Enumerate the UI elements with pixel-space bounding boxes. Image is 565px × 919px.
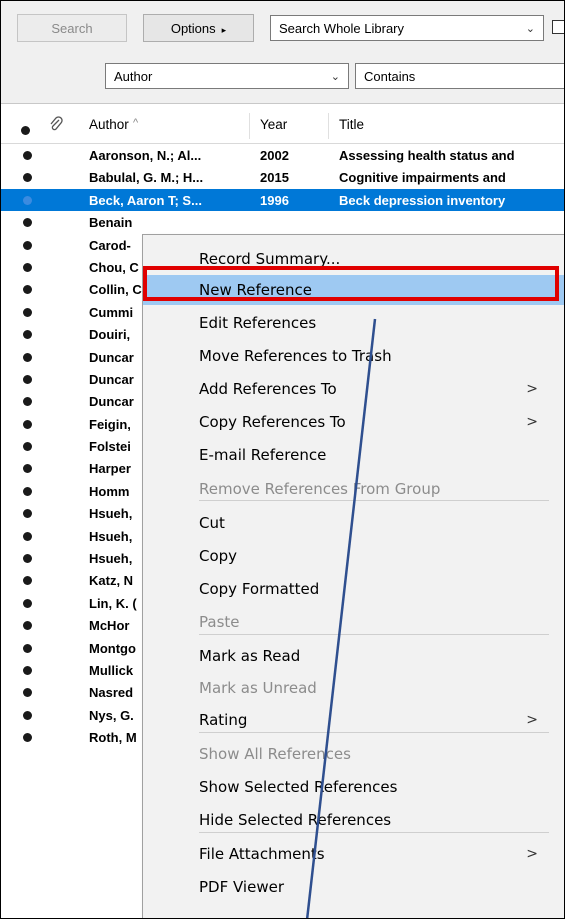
endnote-window: Search Options ▸ Search Whole Library ⌄ A… — [0, 0, 565, 919]
annotation-arrow — [305, 318, 377, 918]
annotation-arrow-line — [305, 318, 377, 918]
